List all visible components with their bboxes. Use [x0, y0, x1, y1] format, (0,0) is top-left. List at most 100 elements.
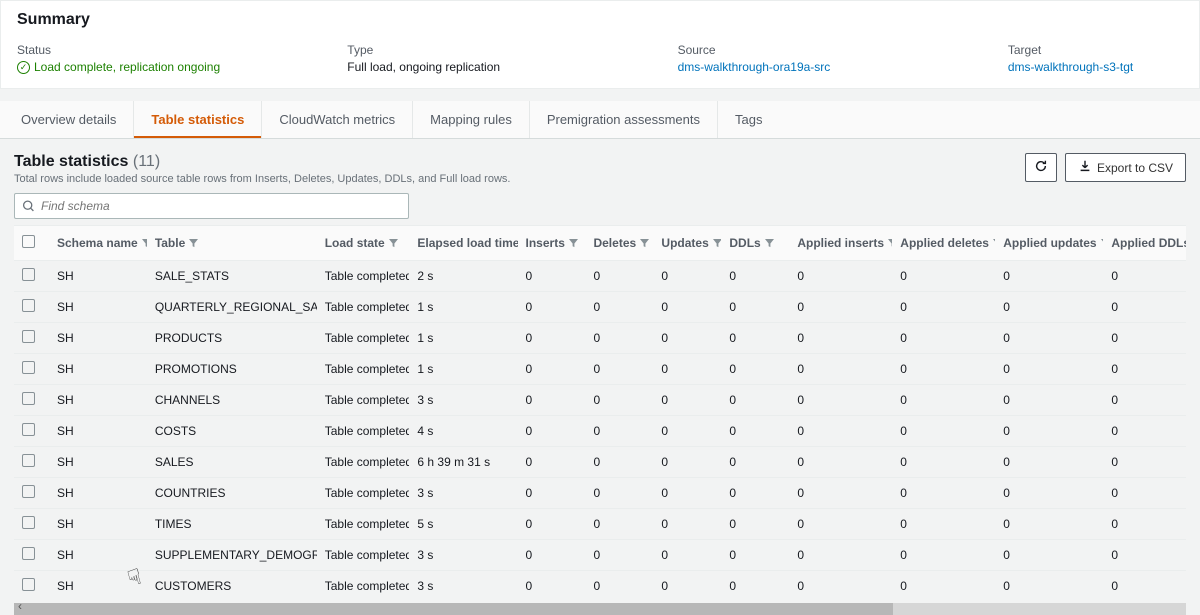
table-row[interactable]: SHSALE_STATSTable completed2 s000000003: [14, 261, 1186, 292]
col-applied-deletes[interactable]: Applied deletes: [892, 226, 995, 261]
row-checkbox[interactable]: [22, 454, 35, 467]
table-row[interactable]: SHCOUNTRIESTable completed3 s0000000023: [14, 478, 1186, 509]
cell-inserts: 0: [518, 478, 586, 509]
cell-inserts: 0: [518, 323, 586, 354]
cell-state: Table completed: [317, 323, 410, 354]
cell-inserts: 0: [518, 447, 586, 478]
cell-adel: 0: [892, 447, 995, 478]
refresh-button[interactable]: [1025, 153, 1057, 182]
table-row[interactable]: SHSUPPLEMENTARY_DEMOGRAPHICSTable comple…: [14, 540, 1186, 571]
cell-ains: 0: [789, 478, 892, 509]
search-input[interactable]: [14, 193, 409, 219]
cell-schema: SH: [49, 416, 147, 447]
cell-inserts: 0: [518, 385, 586, 416]
table-row[interactable]: SHPROMOTIONSTable completed1 s0000000050…: [14, 354, 1186, 385]
table-row[interactable]: SHCHANNELSTable completed3 s000000005: [14, 385, 1186, 416]
table-row[interactable]: SHQUARTERLY_REGIONAL_SALESTable complete…: [14, 292, 1186, 323]
cell-ains: 0: [789, 416, 892, 447]
cell-deletes: 0: [585, 323, 653, 354]
cell-deletes: 0: [585, 540, 653, 571]
col-applied-ddls[interactable]: Applied DDLs: [1103, 226, 1186, 261]
cell-schema: SH: [49, 509, 147, 540]
cell-deletes: 0: [585, 571, 653, 602]
cell-ddls: 0: [721, 509, 789, 540]
cell-state: Table completed: [317, 571, 410, 602]
table-row[interactable]: SHSALESTable completed6 h 39 m 31 s00000…: [14, 447, 1186, 478]
row-checkbox[interactable]: [22, 423, 35, 436]
cell-adel: 0: [892, 292, 995, 323]
cell-addl: 0: [1103, 540, 1186, 571]
cell-table: PROMOTIONS: [147, 354, 317, 385]
cell-table: TIMES: [147, 509, 317, 540]
tab-tags[interactable]: Tags: [718, 101, 779, 138]
source-label: Source: [678, 43, 988, 57]
cell-schema: SH: [49, 261, 147, 292]
chevron-left-icon[interactable]: ‹: [18, 599, 22, 613]
cell-ddls: 0: [721, 323, 789, 354]
col-inserts[interactable]: Inserts: [518, 226, 586, 261]
tab-premigration[interactable]: Premigration assessments: [530, 101, 718, 138]
tab-cloudwatch[interactable]: CloudWatch metrics: [262, 101, 413, 138]
cell-inserts: 0: [518, 292, 586, 323]
row-checkbox[interactable]: [22, 547, 35, 560]
cell-state: Table completed: [317, 385, 410, 416]
row-checkbox[interactable]: [22, 485, 35, 498]
col-schema[interactable]: Schema name: [49, 226, 147, 261]
cell-deletes: 0: [585, 354, 653, 385]
search-icon: [22, 200, 35, 213]
cell-elapsed: 5 s: [409, 509, 517, 540]
tab-overview[interactable]: Overview details: [4, 101, 134, 138]
cell-inserts: 0: [518, 416, 586, 447]
cell-addl: 0: [1103, 385, 1186, 416]
target-link[interactable]: dms-walkthrough-s3-tgt: [1008, 60, 1163, 74]
cell-elapsed: 3 s: [409, 478, 517, 509]
col-ddls[interactable]: DDLs: [721, 226, 789, 261]
export-csv-button[interactable]: Export to CSV: [1065, 153, 1186, 182]
row-checkbox[interactable]: [22, 516, 35, 529]
scrollbar-thumb[interactable]: [14, 603, 893, 615]
row-checkbox[interactable]: [22, 299, 35, 312]
col-load-state[interactable]: Load state: [317, 226, 410, 261]
cell-inserts: 0: [518, 540, 586, 571]
cell-deletes: 0: [585, 292, 653, 323]
horizontal-scrollbar[interactable]: ‹: [14, 603, 1186, 615]
row-checkbox[interactable]: [22, 578, 35, 591]
row-checkbox[interactable]: [22, 392, 35, 405]
cell-deletes: 0: [585, 385, 653, 416]
table-row[interactable]: SHCOSTSTable completed4 s0000000082,112: [14, 416, 1186, 447]
tab-mapping-rules[interactable]: Mapping rules: [413, 101, 530, 138]
col-table[interactable]: Table: [147, 226, 317, 261]
table-scroll[interactable]: Schema name Table Load state Elapsed loa…: [14, 225, 1186, 601]
col-elapsed[interactable]: Elapsed load time: [409, 226, 517, 261]
cell-deletes: 0: [585, 509, 653, 540]
cell-table: SALE_STATS: [147, 261, 317, 292]
cell-elapsed: 2 s: [409, 261, 517, 292]
type-value: Full load, ongoing replication: [347, 60, 657, 74]
ts-subtitle: Total rows include loaded source table r…: [14, 173, 510, 185]
cell-addl: 0: [1103, 292, 1186, 323]
col-updates[interactable]: Updates: [653, 226, 721, 261]
cell-schema: SH: [49, 571, 147, 602]
cell-table: QUARTERLY_REGIONAL_SALES: [147, 292, 317, 323]
col-applied-inserts[interactable]: Applied inserts: [789, 226, 892, 261]
select-all-checkbox[interactable]: [22, 235, 35, 248]
col-applied-updates[interactable]: Applied updates: [995, 226, 1103, 261]
row-checkbox[interactable]: [22, 361, 35, 374]
ts-count: (11): [133, 153, 160, 170]
cell-ains: 0: [789, 292, 892, 323]
cell-ains: 0: [789, 261, 892, 292]
row-checkbox[interactable]: [22, 268, 35, 281]
cell-adel: 0: [892, 509, 995, 540]
tab-table-statistics[interactable]: Table statistics: [134, 101, 262, 138]
table-row[interactable]: SHTIMESTable completed5 s0000000010,227: [14, 509, 1186, 540]
ts-title: Table statistics (11): [14, 153, 160, 170]
row-checkbox[interactable]: [22, 330, 35, 343]
cell-table: CUSTOMERS: [147, 571, 317, 602]
source-link[interactable]: dms-walkthrough-ora19a-src: [678, 60, 988, 74]
col-deletes[interactable]: Deletes: [585, 226, 653, 261]
cell-updates: 0: [653, 447, 721, 478]
table-row[interactable]: SHCUSTOMERSTable completed3 s0000000055,…: [14, 571, 1186, 602]
table-row[interactable]: SHPRODUCTSTable completed1 s0000000072: [14, 323, 1186, 354]
cell-state: Table completed: [317, 354, 410, 385]
cell-aupd: 0: [995, 354, 1103, 385]
